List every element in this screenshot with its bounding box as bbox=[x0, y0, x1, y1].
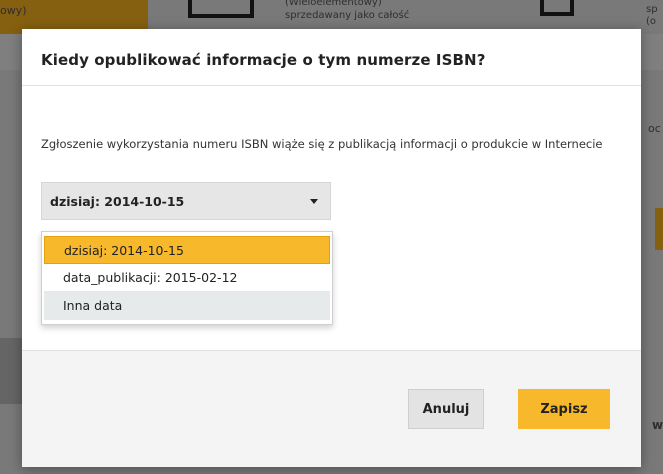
option-other-date[interactable]: Inna data bbox=[44, 292, 330, 320]
cancel-button[interactable]: Anuluj bbox=[408, 389, 484, 429]
publish-date-dropdown: dzisiaj: 2014-10-15 data_publikacji: 201… bbox=[41, 231, 333, 325]
publish-date-dialog: Kiedy opublikować informacje o tym numer… bbox=[22, 29, 641, 467]
option-today[interactable]: dzisiaj: 2014-10-15 bbox=[44, 236, 330, 264]
option-publication-date[interactable]: data_publikacji: 2015-02-12 bbox=[44, 264, 330, 292]
dialog-header: Kiedy opublikować informacje o tym numer… bbox=[22, 29, 641, 86]
chevron-down-icon bbox=[310, 198, 318, 204]
dialog-description: Zgłoszenie wykorzystania numeru ISBN wią… bbox=[41, 137, 603, 151]
dialog-footer: Anuluj Zapisz bbox=[22, 350, 641, 467]
save-button[interactable]: Zapisz bbox=[518, 389, 610, 429]
select-current-value: dzisiaj: 2014-10-15 bbox=[50, 193, 185, 209]
dialog-title: Kiedy opublikować informacje o tym numer… bbox=[41, 51, 486, 69]
publish-date-select[interactable]: dzisiaj: 2014-10-15 bbox=[41, 182, 331, 220]
dialog-body: Zgłoszenie wykorzystania numeru ISBN wią… bbox=[22, 86, 641, 350]
